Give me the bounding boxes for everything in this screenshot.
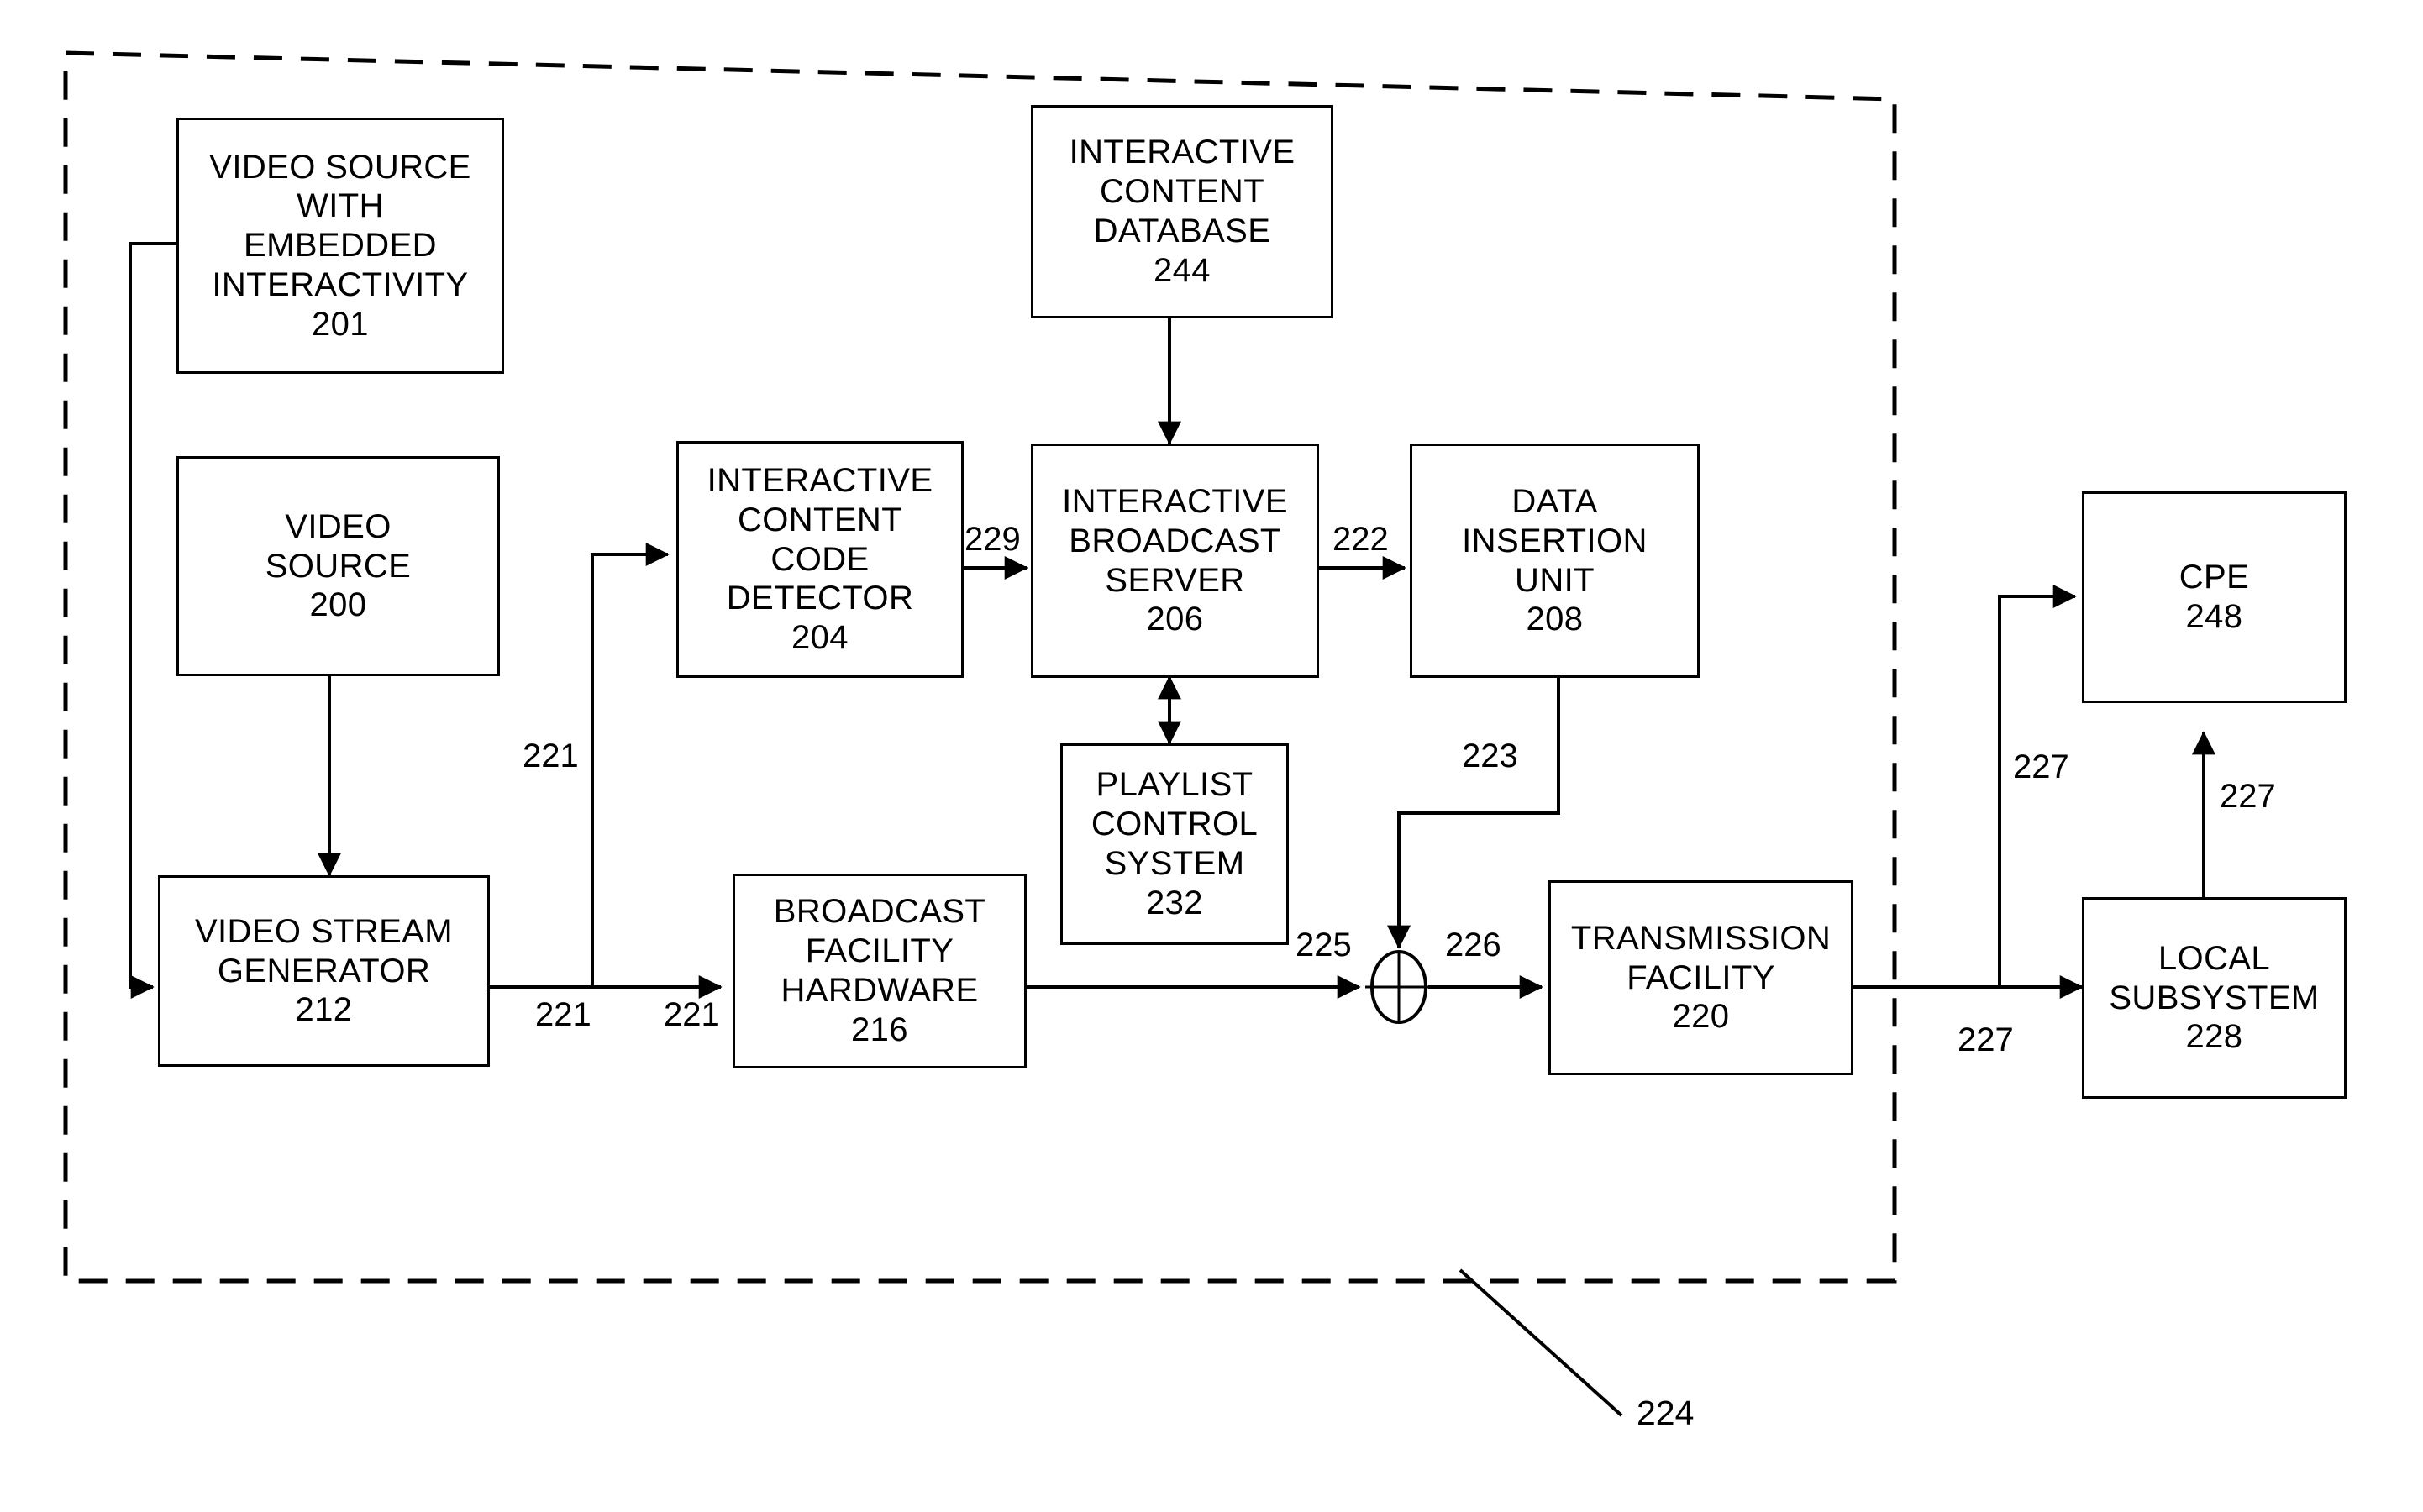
node-line: EMBEDDED	[244, 227, 437, 265]
edge-label-222: 222	[1332, 521, 1389, 558]
node-ref: 244	[1154, 251, 1211, 289]
node-line: FACILITY	[805, 932, 954, 970]
reference-label-224: 224	[1637, 1394, 1695, 1432]
figure-canvas: VIDEO SOURCE WITH EMBEDDED INTERACTIVITY…	[0, 0, 2423, 1512]
boundary-leader-line	[1459, 1268, 1623, 1417]
node-line: WITH	[297, 187, 384, 225]
node-video-source-embedded-interactivity[interactable]: VIDEO SOURCE WITH EMBEDDED INTERACTIVITY…	[176, 118, 504, 374]
node-line: DETECTOR	[726, 580, 914, 617]
node-line: SERVER	[1105, 561, 1245, 599]
node-line: GENERATOR	[217, 952, 431, 990]
node-ref: 248	[2185, 598, 2243, 635]
node-line: BROADCAST	[1069, 522, 1281, 559]
edge-label-227-riser: 227	[2220, 778, 2276, 815]
node-line: SOURCE	[265, 547, 412, 585]
node-ref: 206	[1146, 601, 1204, 638]
node-line: FACILITY	[1627, 958, 1775, 996]
node-video-source[interactable]: VIDEO SOURCE 200	[176, 456, 500, 676]
node-line: SYSTEM	[1104, 845, 1245, 882]
node-line: UNIT	[1515, 561, 1595, 599]
node-ref: 208	[1526, 601, 1584, 638]
edge-label-227-horizontal: 227	[1958, 1021, 2014, 1058]
edge-label-226: 226	[1445, 927, 1501, 963]
node-line: CONTROL	[1091, 806, 1259, 843]
edge-label-229: 229	[964, 521, 1021, 558]
node-line: VIDEO STREAM	[194, 912, 454, 950]
node-line: LOCAL	[2158, 939, 2271, 977]
node-ref: 204	[791, 619, 849, 657]
node-interactive-content-code-detector[interactable]: INTERACTIVE CONTENT CODE DETECTOR 204	[676, 441, 964, 678]
node-line: INTERACTIVE	[1069, 134, 1296, 171]
node-ref: 201	[312, 305, 369, 343]
node-line: VIDEO SOURCE	[209, 148, 471, 186]
node-line: BROADCAST	[773, 893, 986, 931]
node-video-stream-generator[interactable]: VIDEO STREAM GENERATOR 212	[158, 875, 490, 1067]
node-ref: 228	[2185, 1018, 2243, 1056]
edge-208-to-summing-junction	[1387, 677, 1560, 949]
edge-label-221-right: 221	[664, 996, 720, 1033]
node-line: TRANSMISSION	[1570, 919, 1832, 957]
edge-212-branch-to-204	[591, 543, 670, 987]
edge-label-227-vertical: 227	[2013, 748, 2069, 785]
node-transmission-facility[interactable]: TRANSMISSION FACILITY 220	[1548, 880, 1853, 1075]
node-line: CONTENT	[1099, 173, 1265, 211]
node-interactive-broadcast-server[interactable]: INTERACTIVE BROADCAST SERVER 206	[1031, 444, 1319, 678]
node-line: INSERTION	[1462, 522, 1648, 559]
node-ref: 232	[1146, 884, 1203, 921]
node-ref: 200	[309, 586, 367, 624]
node-line: SUBSYSTEM	[2109, 979, 2320, 1016]
node-ref: 216	[851, 1011, 908, 1048]
edge-220-branch-to-248	[1998, 585, 2077, 987]
node-line: DATABASE	[1093, 213, 1271, 249]
node-line: CPE	[2179, 559, 2250, 596]
node-line: HARDWARE	[781, 972, 979, 1009]
node-line: INTERACTIVITY	[212, 265, 469, 303]
node-playlist-control-system[interactable]: PLAYLIST CONTROL SYSTEM 232	[1060, 743, 1289, 945]
node-data-insertion-unit[interactable]: DATA INSERTION UNIT 208	[1410, 444, 1700, 678]
node-ref: 220	[1672, 998, 1730, 1036]
node-line: PLAYLIST	[1096, 766, 1254, 804]
edge-label-221-vertical: 221	[523, 738, 579, 774]
node-broadcast-facility-hardware[interactable]: BROADCAST FACILITY HARDWARE 216	[733, 874, 1027, 1068]
edge-label-221-left: 221	[535, 996, 591, 1033]
node-line: DATA	[1511, 482, 1598, 520]
node-line: VIDEO	[285, 507, 392, 545]
node-interactive-content-database[interactable]: INTERACTIVE CONTENT DATABASE 244	[1031, 105, 1333, 318]
node-line: CODE	[770, 540, 870, 578]
edge-label-225: 225	[1296, 927, 1352, 963]
node-local-subsystem[interactable]: LOCAL SUBSYSTEM 228	[2082, 897, 2347, 1099]
edge-label-223: 223	[1462, 738, 1518, 774]
node-line: CONTENT	[737, 501, 903, 538]
node-ref: 212	[295, 991, 353, 1029]
node-line: INTERACTIVE	[1062, 482, 1288, 520]
node-cpe[interactable]: CPE 248	[2082, 491, 2347, 703]
node-line: INTERACTIVE	[707, 462, 933, 499]
